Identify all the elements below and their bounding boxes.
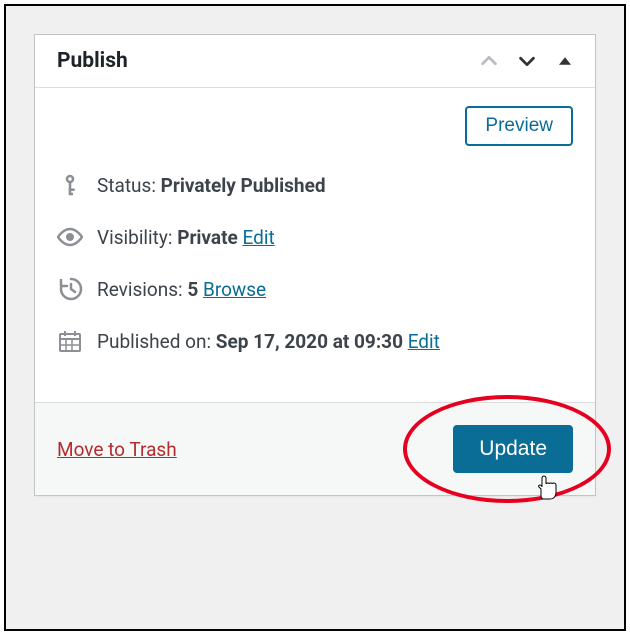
update-button[interactable]: Update <box>453 425 573 473</box>
panel-title: Publish <box>57 49 128 73</box>
header-controls <box>477 49 577 73</box>
preview-button[interactable]: Preview <box>465 106 573 146</box>
metabox-footer: Move to Trash Update <box>35 402 595 495</box>
status-text: Status: Privately Published <box>97 174 326 197</box>
move-down-icon[interactable] <box>515 49 539 73</box>
visibility-value: Private <box>177 226 238 249</box>
visibility-text: Visibility: Private Edit <box>97 226 275 249</box>
history-icon <box>57 276 83 302</box>
visibility-row: Visibility: Private Edit <box>57 224 573 250</box>
visibility-label: Visibility: <box>97 226 172 249</box>
screenshot-frame: Publish Preview <box>4 4 626 631</box>
revisions-text: Revisions: 5 Browse <box>97 278 266 301</box>
published-row: Published on: Sep 17, 2020 at 09:30 Edit <box>57 328 573 354</box>
status-row: Status: Privately Published <box>57 172 573 198</box>
published-label: Published on: <box>97 330 211 353</box>
revisions-label: Revisions: <box>97 278 183 301</box>
published-edit-link[interactable]: Edit <box>408 330 440 353</box>
publish-metabox: Publish Preview <box>34 34 596 496</box>
collapse-toggle-icon[interactable] <box>553 49 577 73</box>
revisions-row: Revisions: 5 Browse <box>57 276 573 302</box>
published-text: Published on: Sep 17, 2020 at 09:30 Edit <box>97 330 440 353</box>
published-value: Sep 17, 2020 at 09:30 <box>216 330 403 353</box>
key-icon <box>57 172 83 198</box>
preview-row: Preview <box>57 106 573 146</box>
revisions-browse-link[interactable]: Browse <box>203 278 266 301</box>
revisions-count: 5 <box>187 278 198 301</box>
calendar-icon <box>57 328 83 354</box>
metabox-header: Publish <box>35 35 595 88</box>
cursor-pointer-icon <box>537 475 559 501</box>
move-to-trash-link[interactable]: Move to Trash <box>57 438 177 461</box>
status-label: Status: <box>97 174 156 197</box>
move-up-icon[interactable] <box>477 49 501 73</box>
status-value: Privately Published <box>161 174 326 197</box>
visibility-edit-link[interactable]: Edit <box>243 226 275 249</box>
metabox-body: Preview Status: Privately Published Visi… <box>35 88 595 402</box>
eye-icon <box>57 224 83 250</box>
